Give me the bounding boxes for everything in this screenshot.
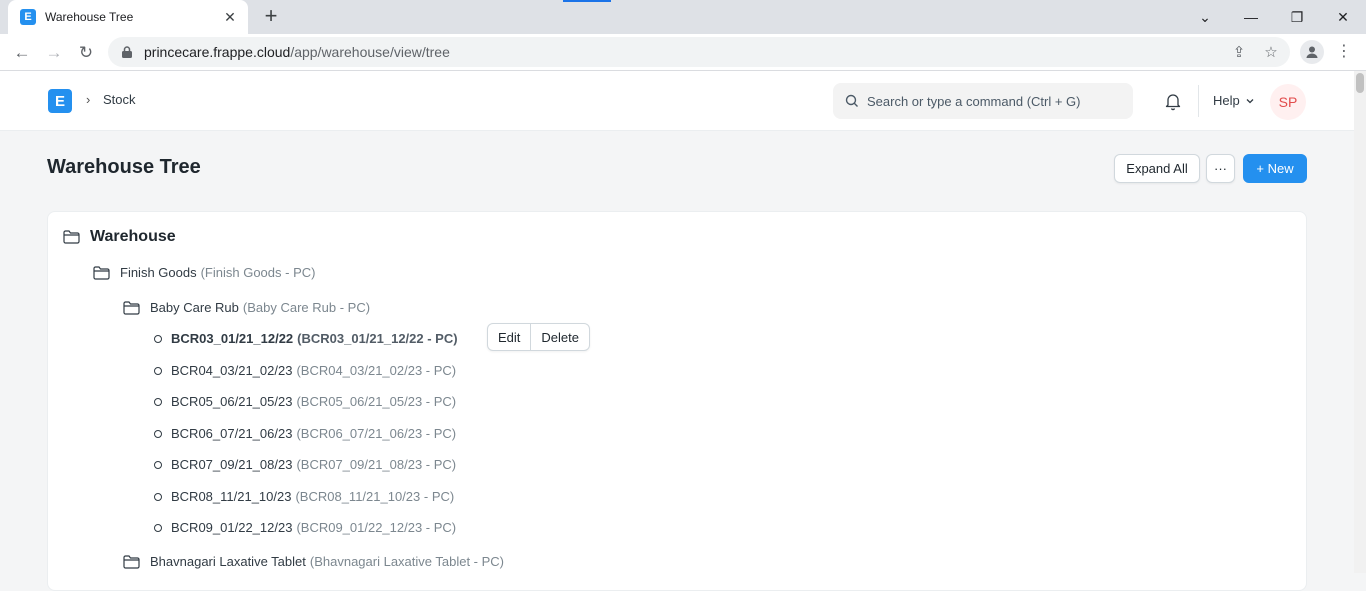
notification-bell-icon[interactable] xyxy=(1162,90,1184,112)
tree-leaf-bcr08[interactable]: BCR08_11/21_10/23 (BCR08_11/21_10/23 - P… xyxy=(154,489,454,504)
share-icon[interactable]: ⇪ xyxy=(1226,37,1252,67)
back-icon[interactable]: ← xyxy=(8,39,36,67)
tree-leaf-bcr06[interactable]: BCR06_07/21_06/23 (BCR06_07/21_06/23 - P… xyxy=(154,426,456,441)
breadcrumb-stock[interactable]: Stock xyxy=(103,92,136,107)
restore-icon[interactable]: ❐ xyxy=(1274,0,1320,34)
browser-tab[interactable]: E Warehouse Tree ✕ xyxy=(8,0,248,34)
frappe-favicon-icon: E xyxy=(20,9,36,25)
folder-icon xyxy=(93,265,110,280)
help-label: Help xyxy=(1213,93,1240,108)
folder-icon xyxy=(123,554,140,569)
profile-icon[interactable] xyxy=(1300,40,1324,64)
search-placeholder: Search or type a command (Ctrl + G) xyxy=(867,93,1081,109)
tree-node-label: BCR08_11/21_10/23 xyxy=(171,489,292,504)
tree-node-label: BCR04_03/21_02/23 xyxy=(171,363,293,378)
leaf-bullet-icon xyxy=(154,366,162,375)
tab-search-icon[interactable]: ⌄ xyxy=(1182,0,1228,34)
tree-node-description: (Finish Goods - PC) xyxy=(200,265,316,280)
tree-node-label: Bhavnagari Laxative Tablet xyxy=(150,554,306,569)
tree-leaf-bcr05[interactable]: BCR05_06/21_05/23 (BCR05_06/21_05/23 - P… xyxy=(154,394,456,409)
loading-indicator xyxy=(563,0,611,2)
tab-close-icon[interactable]: ✕ xyxy=(222,9,238,26)
tree-node-label: BCR09_01/22_12/23 xyxy=(171,520,293,535)
tree-node-description: (BCR06_07/21_06/23 - PC) xyxy=(296,426,457,441)
tree-node-description: (Bhavnagari Laxative Tablet - PC) xyxy=(309,554,505,569)
tree-node-label: BCR05_06/21_05/23 xyxy=(171,394,293,409)
page-scrollbar[interactable] xyxy=(1354,71,1366,573)
tree-node-baby-care-rub[interactable]: Baby Care Rub (Baby Care Rub - PC) xyxy=(123,300,370,315)
page-scrollbar-thumb[interactable] xyxy=(1356,73,1364,93)
address-bar[interactable]: princecare.frappe.cloud/app/warehouse/vi… xyxy=(108,37,1290,67)
bookmark-star-icon[interactable]: ☆ xyxy=(1258,37,1284,67)
leaf-bullet-icon xyxy=(154,397,162,406)
tree-leaf-bcr03[interactable]: BCR03_01/21_12/22 (BCR03_01/21_12/22 - P… xyxy=(154,331,458,346)
tree-node-label: Warehouse xyxy=(90,228,176,245)
url-text: princecare.frappe.cloud/app/warehouse/vi… xyxy=(144,44,450,60)
chevron-down-icon xyxy=(1246,98,1254,103)
chevron-right-icon: › xyxy=(86,92,91,107)
forward-icon[interactable]: → xyxy=(40,39,68,67)
tree-leaf-bcr04[interactable]: BCR04_03/21_02/23 (BCR04_03/21_02/23 - P… xyxy=(154,363,456,378)
help-dropdown[interactable]: Help xyxy=(1213,93,1255,108)
tree-node-label: BCR06_07/21_06/23 xyxy=(171,426,293,441)
tree-node-description: (Baby Care Rub - PC) xyxy=(242,300,371,315)
leaf-bullet-icon xyxy=(154,492,162,501)
folder-icon xyxy=(63,230,80,244)
leaf-bullet-icon xyxy=(154,523,162,532)
tree-node-description: (BCR05_06/21_05/23 - PC) xyxy=(296,394,457,409)
tree-node-description: (BCR09_01/22_12/23 - PC) xyxy=(296,520,457,535)
more-actions-button[interactable]: ··· xyxy=(1206,154,1235,183)
tree-node-description: (BCR03_01/21_12/22 - PC) xyxy=(297,331,458,346)
app-navbar: E › Stock Search or type a command (Ctrl… xyxy=(0,71,1354,131)
browser-toolbar: ← → ↻ princecare.frappe.cloud/app/wareho… xyxy=(0,34,1366,71)
tree-node-label: BCR03_01/21_12/22 xyxy=(171,331,294,346)
leaf-bullet-icon xyxy=(154,460,162,469)
navbar-divider xyxy=(1198,85,1199,117)
tree-node-root[interactable]: Warehouse xyxy=(63,228,176,246)
minimize-icon[interactable]: — xyxy=(1228,0,1274,34)
folder-icon xyxy=(123,300,140,315)
leaf-bullet-icon xyxy=(154,334,162,343)
expand-all-button[interactable]: Expand All xyxy=(1114,154,1200,183)
tree-node-label: Finish Goods xyxy=(120,265,197,280)
browser-menu-icon[interactable]: ⋮ xyxy=(1334,40,1354,64)
edit-button[interactable]: Edit xyxy=(488,324,530,350)
page-title: Warehouse Tree xyxy=(47,156,201,178)
user-avatar[interactable]: SP xyxy=(1270,84,1306,120)
new-tab-icon[interactable]: + xyxy=(258,4,284,30)
tree-node-description: (BCR08_11/21_10/23 - PC) xyxy=(295,489,455,504)
tree-leaf-bcr09[interactable]: BCR09_01/22_12/23 (BCR09_01/22_12/23 - P… xyxy=(154,520,456,535)
reload-icon[interactable]: ↻ xyxy=(72,39,100,67)
tree-node-label: Baby Care Rub xyxy=(150,300,239,315)
leaf-bullet-icon xyxy=(154,429,162,438)
tree-node-bhavnagari[interactable]: Bhavnagari Laxative Tablet (Bhavnagari L… xyxy=(123,554,504,569)
awesomebar-search-input[interactable]: Search or type a command (Ctrl + G) xyxy=(833,83,1133,119)
window-close-icon[interactable]: ✕ xyxy=(1320,0,1366,34)
new-button[interactable]: + New xyxy=(1243,154,1307,183)
tree-node-finish-goods[interactable]: Finish Goods (Finish Goods - PC) xyxy=(93,265,315,280)
delete-button[interactable]: Delete xyxy=(530,324,589,350)
search-icon xyxy=(845,94,858,107)
lock-icon xyxy=(122,46,132,58)
node-actions: Edit Delete xyxy=(487,323,590,351)
browser-tabstrip: E Warehouse Tree ✕ + ⌄ — ❐ ✕ xyxy=(0,0,1366,34)
tree-node-label: BCR07_09/21_08/23 xyxy=(171,457,293,472)
tab-title: Warehouse Tree xyxy=(45,10,134,24)
tree-leaf-bcr07[interactable]: BCR07_09/21_08/23 (BCR07_09/21_08/23 - P… xyxy=(154,457,456,472)
tree-node-description: (BCR04_03/21_02/23 - PC) xyxy=(296,363,457,378)
app-logo[interactable]: E xyxy=(48,89,72,113)
tree-node-description: (BCR07_09/21_08/23 - PC) xyxy=(296,457,457,472)
